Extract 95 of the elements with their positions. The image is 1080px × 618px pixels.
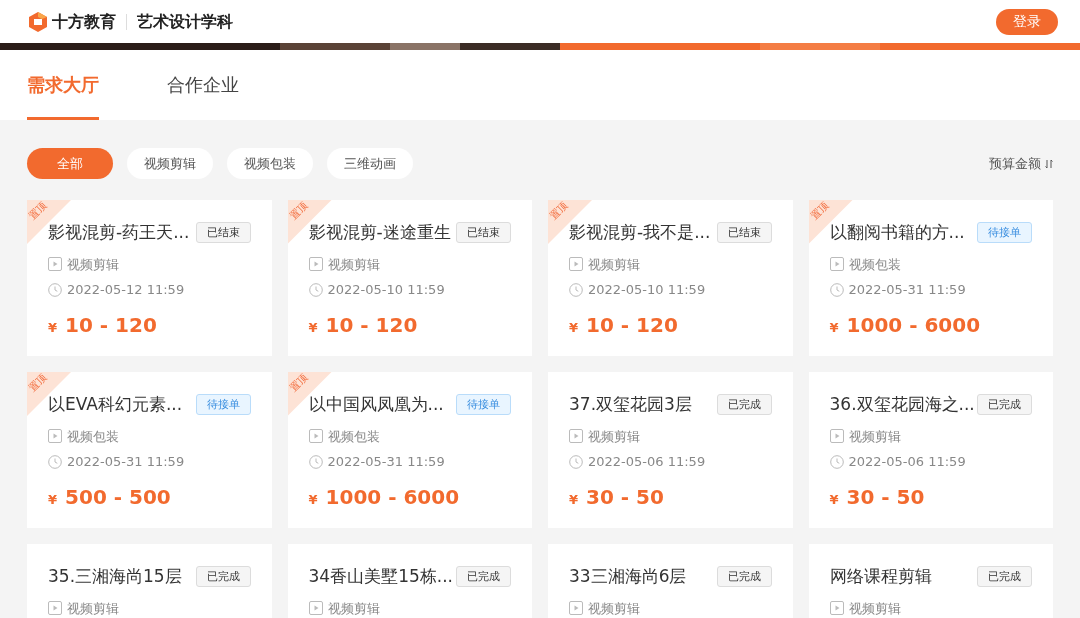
clock-icon — [48, 282, 62, 297]
play-icon — [829, 429, 844, 444]
price-range: 30 - 50 — [846, 483, 925, 511]
demand-card[interactable]: 置顶 影视混剪-迷途重生 已结束 视频剪辑 2022-05-10 11:59 ¥ 10 - 120 — [287, 200, 532, 356]
currency-sign: ¥ — [48, 490, 58, 509]
card-title: 网络课程剪辑 — [829, 565, 932, 588]
price-range: 10 - 120 — [325, 311, 418, 339]
date-text: 2022-05-31 11:59 — [67, 453, 185, 471]
status-badge: 已完成 — [977, 394, 1032, 416]
play-icon — [308, 429, 323, 444]
demand-card[interactable]: 37.双玺花园3层 已完成 视频剪辑 2022-05-06 11:59 ¥ 30 - 50 — [548, 372, 793, 528]
play-icon — [48, 429, 62, 444]
category-text: 视频剪辑 — [848, 427, 901, 446]
category-text: 视频包装 — [848, 255, 901, 274]
clock-icon — [829, 282, 844, 297]
clock-icon — [308, 282, 323, 297]
clock-icon — [569, 282, 583, 297]
date-text: 2022-05-31 11:59 — [848, 281, 966, 299]
currency-sign: ¥ — [829, 318, 839, 337]
demand-card[interactable]: 置顶 以EVA科幻元素... 待接单 视频包装 2022-05-31 11:59 ¥ 500 - 500 — [27, 372, 272, 528]
demand-card[interactable]: 35.三湘海尚15层 已完成 视频剪辑 — [27, 544, 272, 618]
card-title: 36.双玺花园海之... — [829, 393, 975, 416]
play-icon — [569, 601, 583, 616]
play-icon — [829, 257, 844, 272]
status-badge: 已完成 — [716, 566, 772, 588]
demand-card[interactable]: 置顶 以翻阅书籍的方... 待接单 视频包装 2022-05-31 11:59 ¥ 1000 - 6000 — [808, 200, 1053, 356]
date-text: 2022-05-10 11:59 — [327, 281, 445, 299]
currency-sign: ¥ — [569, 318, 579, 337]
clock-icon — [48, 454, 62, 469]
category-text: 视频剪辑 — [848, 599, 901, 618]
card-title: 33三湘海尚6层 — [569, 565, 687, 588]
filter-chip[interactable]: 三维动画 — [327, 148, 413, 179]
card-title: 34香山美墅15栋... — [308, 565, 453, 588]
category-text: 视频剪辑 — [588, 255, 640, 274]
sort-icon — [1045, 158, 1053, 169]
brand-name: 十方教育 — [52, 10, 116, 33]
status-badge: 已结束 — [716, 222, 772, 244]
price-range: 30 - 50 — [586, 483, 664, 511]
play-icon — [308, 601, 323, 616]
price-range: 10 - 120 — [65, 311, 157, 339]
date-text: 2022-05-06 11:59 — [588, 453, 706, 471]
card-title: 35.三湘海尚15层 — [48, 565, 182, 588]
date-text: 2022-05-10 11:59 — [588, 281, 706, 299]
category-text: 视频剪辑 — [67, 255, 119, 274]
play-icon — [48, 257, 62, 272]
price-range: 1000 - 6000 — [325, 483, 460, 511]
clock-icon — [829, 454, 844, 469]
status-badge: 待接单 — [977, 222, 1032, 244]
demand-card[interactable]: 36.双玺花园海之... 已完成 视频剪辑 2022-05-06 11:59 ¥ 30 - 50 — [808, 372, 1053, 528]
clock-icon — [308, 454, 323, 469]
subject-name: 艺术设计学科 — [137, 10, 233, 33]
category-text: 视频剪辑 — [588, 599, 640, 618]
status-badge: 待接单 — [195, 394, 251, 416]
price-range: 500 - 500 — [65, 483, 171, 511]
status-badge: 已完成 — [977, 566, 1032, 588]
price-range: 10 - 120 — [586, 311, 678, 339]
demand-card[interactable]: 置顶 影视混剪-我不是... 已结束 视频剪辑 2022-05-10 11:59 ¥ 10 - 120 — [548, 200, 793, 356]
currency-sign: ¥ — [829, 490, 839, 509]
status-badge: 已完成 — [716, 394, 772, 416]
category-text: 视频包装 — [67, 427, 119, 446]
currency-sign: ¥ — [308, 490, 318, 509]
play-icon — [569, 257, 583, 272]
status-badge: 已完成 — [456, 566, 511, 588]
currency-sign: ¥ — [308, 318, 318, 337]
logo-icon — [27, 10, 49, 33]
card-title: 37.双玺花园3层 — [569, 393, 692, 416]
category-text: 视频剪辑 — [588, 427, 640, 446]
play-icon — [569, 429, 583, 444]
demand-card[interactable]: 34香山美墅15栋... 已完成 视频剪辑 — [287, 544, 532, 618]
play-icon — [48, 601, 62, 616]
demand-card[interactable]: 网络课程剪辑 已完成 视频剪辑 — [808, 544, 1053, 618]
currency-sign: ¥ — [48, 318, 58, 337]
demand-card[interactable]: 置顶 影视混剪-药王天... 已结束 视频剪辑 2022-05-12 11:59 ¥ 10 - 120 — [27, 200, 272, 356]
sort-button[interactable]: 预算金额 — [989, 153, 1053, 174]
clock-icon — [569, 454, 583, 469]
currency-sign: ¥ — [569, 490, 579, 509]
category-text: 视频剪辑 — [327, 255, 380, 274]
status-badge: 已结束 — [195, 222, 251, 244]
status-badge: 已完成 — [195, 566, 251, 588]
status-badge: 已结束 — [456, 222, 511, 244]
category-text: 视频剪辑 — [327, 599, 380, 618]
category-text: 视频包装 — [327, 427, 380, 446]
price-range: 1000 - 6000 — [846, 311, 981, 339]
filter-chip[interactable]: 视频剪辑 — [127, 148, 213, 179]
status-badge: 待接单 — [456, 394, 511, 416]
play-icon — [308, 257, 323, 272]
date-text: 2022-05-31 11:59 — [327, 453, 445, 471]
category-text: 视频剪辑 — [67, 599, 119, 618]
filter-chip[interactable]: 视频包装 — [227, 148, 313, 179]
demand-card[interactable]: 置顶 以中国风凤凰为... 待接单 视频包装 2022-05-31 11:59 ¥ 1000 - 6000 — [287, 372, 532, 528]
date-text: 2022-05-12 11:59 — [67, 281, 185, 299]
play-icon — [829, 601, 844, 616]
tab[interactable]: 合作企业 — [167, 50, 239, 120]
demand-card[interactable]: 33三湘海尚6层 已完成 视频剪辑 — [548, 544, 793, 618]
date-text: 2022-05-06 11:59 — [848, 453, 966, 471]
